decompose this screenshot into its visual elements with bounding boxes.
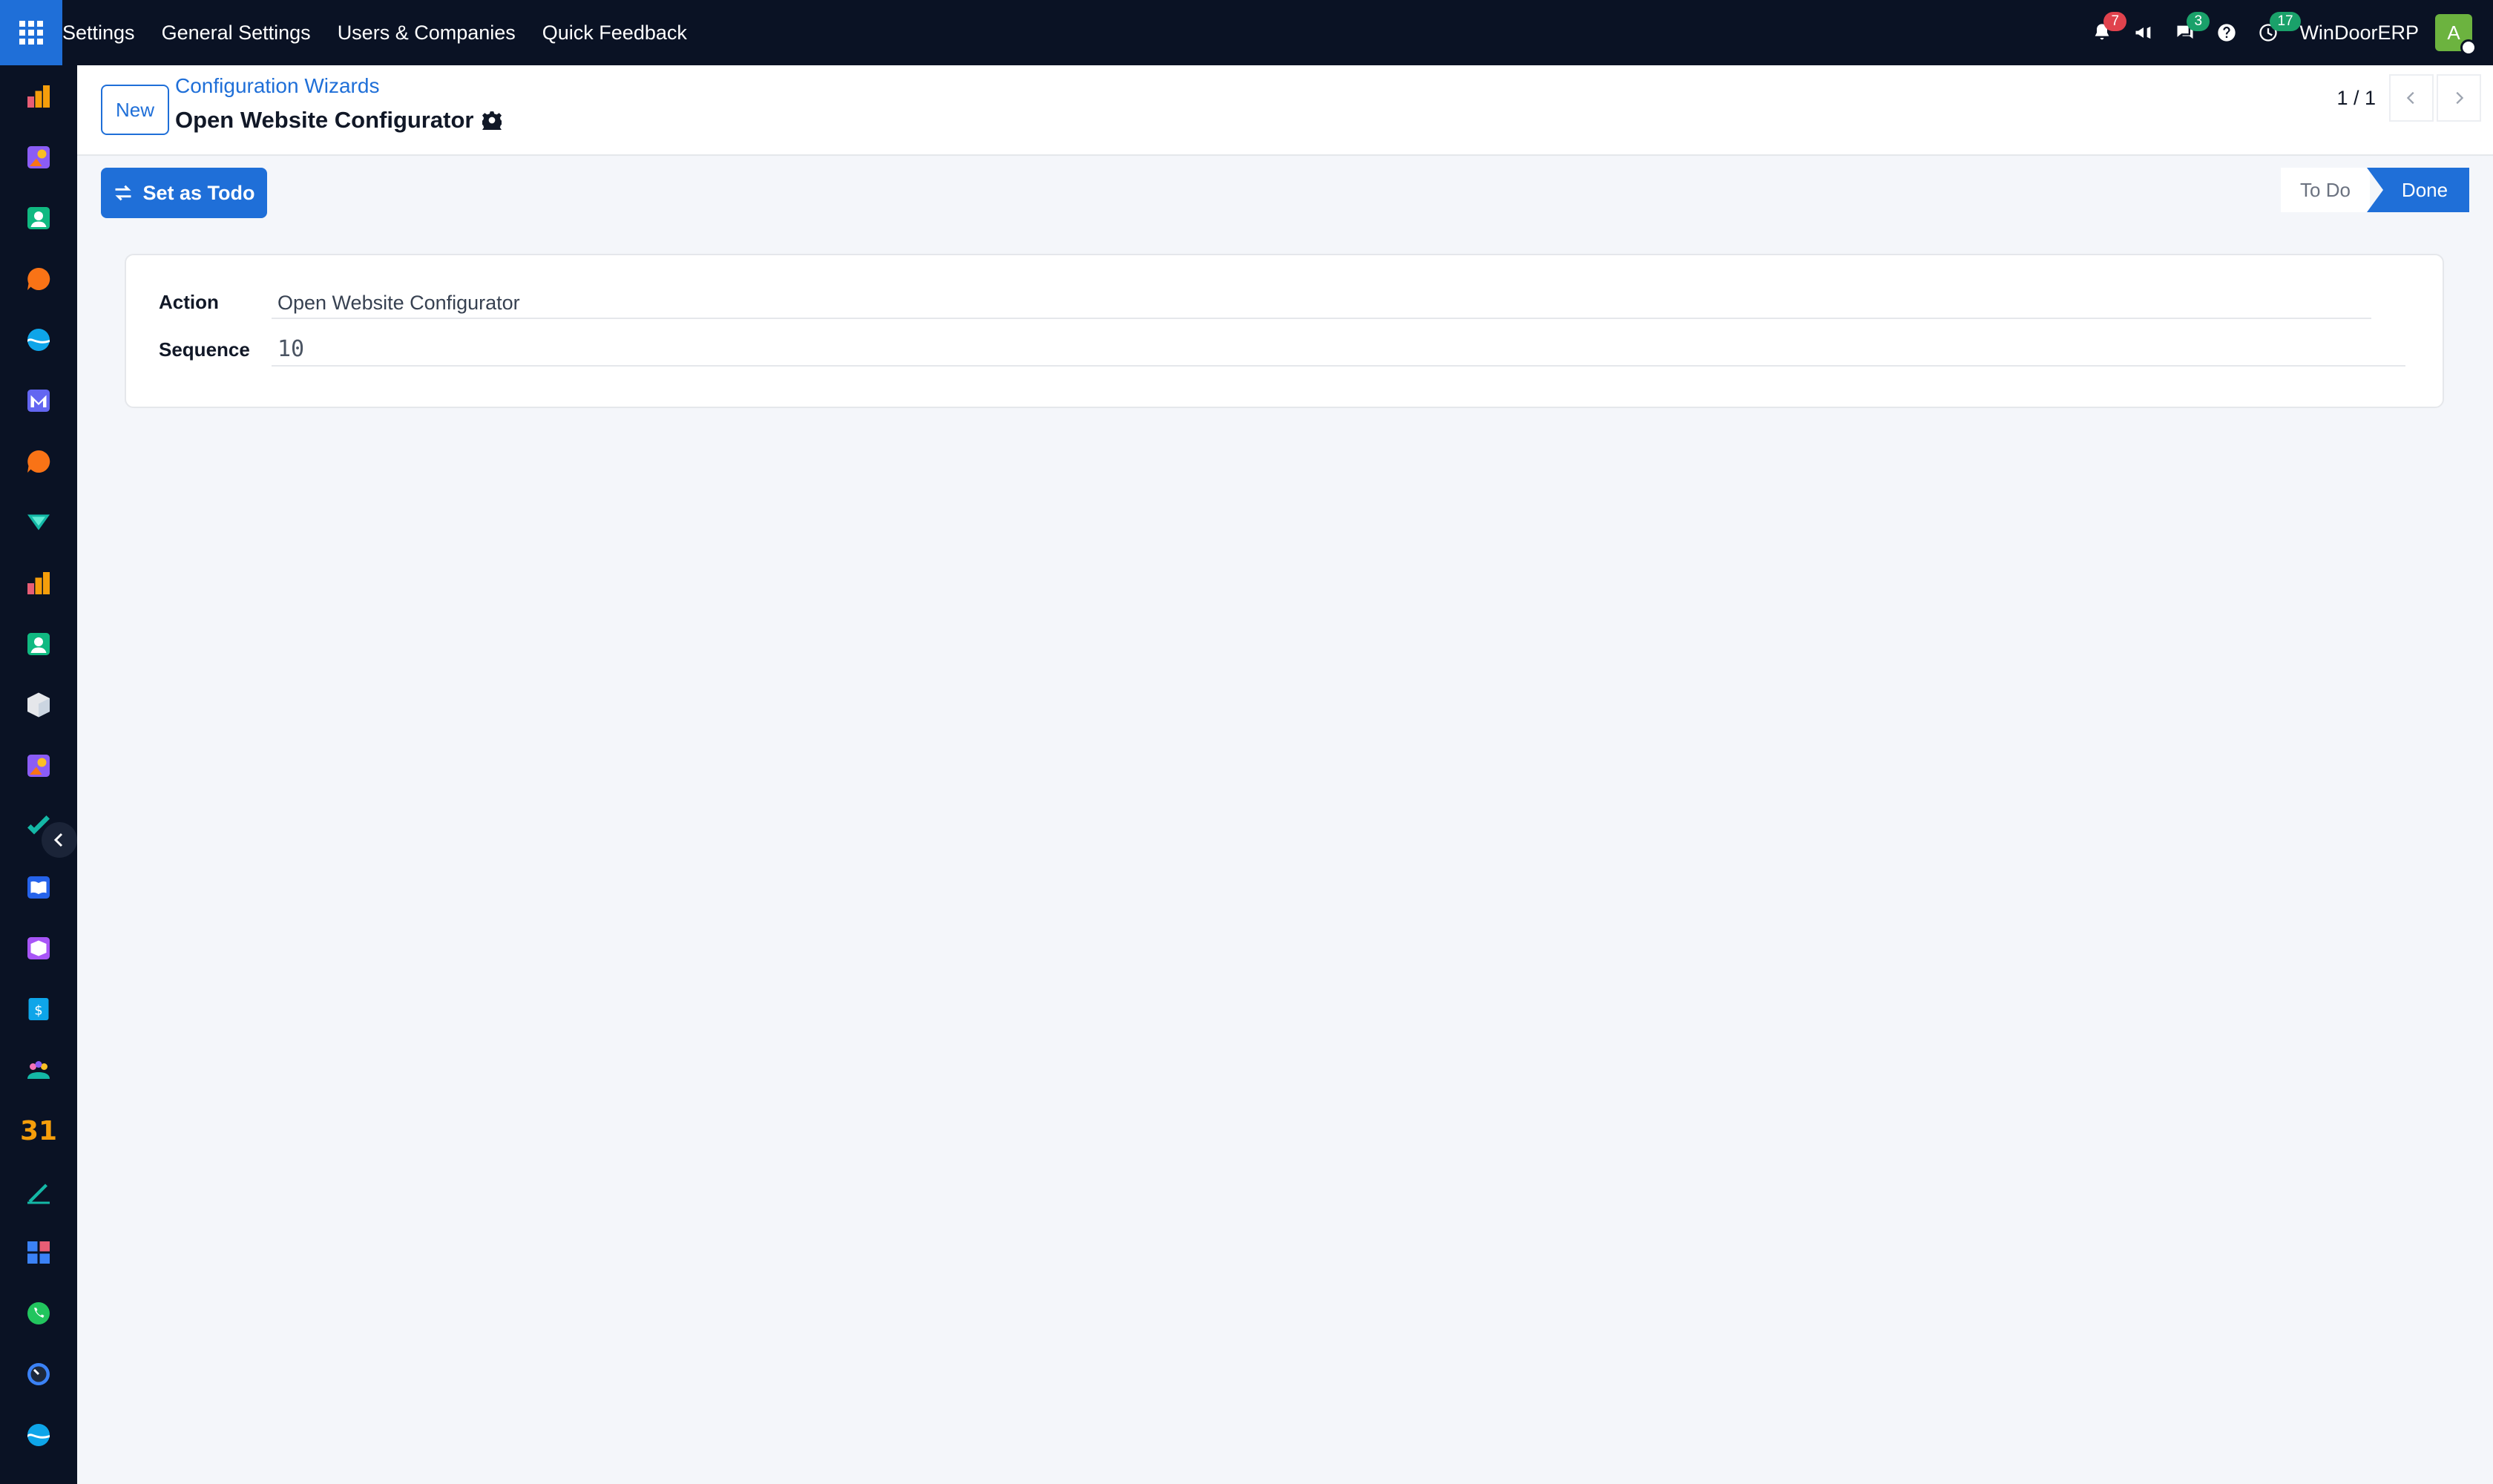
survey-icon[interactable]: [24, 508, 53, 537]
whatsapp-icon[interactable]: [24, 1298, 53, 1328]
app-sidebar: $ 31: [0, 65, 77, 1484]
notifications-button[interactable]: 7: [2081, 0, 2127, 65]
status-done[interactable]: Done: [2367, 168, 2469, 212]
image-icon[interactable]: [24, 751, 53, 781]
status-todo[interactable]: To Do: [2281, 168, 2370, 212]
action-field[interactable]: Open Website Configurator: [272, 288, 2371, 319]
crm-icon[interactable]: [24, 1055, 53, 1085]
activities-button[interactable]: 17: [2247, 0, 2301, 65]
messages-button[interactable]: 3: [2164, 0, 2210, 65]
activities-badge: 17: [2270, 12, 2301, 31]
presence-dot: [2460, 39, 2477, 56]
livechat-icon[interactable]: [24, 447, 53, 476]
website-icon[interactable]: [24, 1420, 53, 1450]
svg-text:$: $: [34, 1003, 42, 1019]
new-button[interactable]: New: [101, 85, 169, 135]
chevron-left-icon: [53, 833, 63, 847]
calendar-icon[interactable]: 31: [20, 1116, 57, 1146]
swap-arrows-icon: [115, 185, 132, 201]
wave-icon[interactable]: [24, 325, 53, 355]
reports-icon[interactable]: [24, 568, 53, 598]
calendar-day: 31: [19, 1115, 58, 1146]
menu-quick-feedback[interactable]: Quick Feedback: [529, 0, 700, 65]
discuss-icon[interactable]: [24, 264, 53, 294]
knowledge-icon[interactable]: [24, 873, 53, 902]
sidebar-collapse-button[interactable]: [42, 822, 77, 858]
pager: 1 / 1: [2336, 73, 2481, 123]
chevron-left-icon: [2406, 91, 2414, 105]
menu-users-companies[interactable]: Users & Companies: [324, 0, 529, 65]
sequence-field[interactable]: 10: [272, 332, 2405, 367]
product-icon[interactable]: [24, 933, 53, 963]
inventory-icon[interactable]: [24, 690, 53, 720]
grid-icon: [19, 21, 43, 45]
control-panel: New Configuration Wizards Open Website C…: [77, 65, 2493, 156]
dashboard-icon[interactable]: [24, 82, 53, 111]
user-avatar[interactable]: A: [2435, 14, 2477, 56]
sign-icon[interactable]: [24, 1177, 53, 1206]
menu-app-name[interactable]: Settings: [62, 0, 148, 65]
company-switcher[interactable]: WinDoorERP: [2299, 22, 2419, 45]
announcements-button[interactable]: [2123, 0, 2164, 65]
record-title-text: Open Website Configurator: [175, 107, 474, 133]
set-as-todo-button[interactable]: Set as Todo: [101, 168, 267, 218]
help-button[interactable]: [2206, 0, 2247, 65]
menu-general-settings[interactable]: General Settings: [148, 0, 324, 65]
avatar-letter: A: [2447, 21, 2460, 44]
megaphone-icon: [2135, 26, 2151, 39]
systray: 7 3 17 WinDoorERP A: [2081, 0, 2493, 65]
timer-icon[interactable]: [24, 1359, 53, 1389]
set-as-todo-label: Set as Todo: [142, 181, 255, 204]
gear-icon[interactable]: [482, 111, 502, 130]
pager-next-button[interactable]: [2437, 74, 2481, 122]
mail-icon[interactable]: [24, 386, 53, 416]
apps-icon[interactable]: [24, 1238, 53, 1267]
form-sheet: Action Open Website Configurator Sequenc…: [125, 254, 2444, 408]
invoicing-icon[interactable]: $: [24, 994, 53, 1024]
page-title: Open Website Configurator: [175, 107, 502, 134]
top-navbar: Settings General Settings Users & Compan…: [0, 0, 2493, 65]
employees-icon[interactable]: [24, 629, 53, 659]
chevron-right-icon: [2456, 91, 2464, 105]
main-menu: Settings General Settings Users & Compan…: [62, 0, 700, 65]
photo-icon[interactable]: [24, 142, 53, 172]
sequence-label: Sequence: [159, 338, 250, 361]
breadcrumb[interactable]: Configuration Wizards: [175, 74, 379, 98]
app-menu-button[interactable]: [0, 0, 62, 65]
action-label: Action: [159, 291, 219, 313]
pager-previous-button[interactable]: [2389, 74, 2434, 122]
pager-value[interactable]: 1 / 1: [2336, 87, 2376, 110]
help-icon: [2218, 24, 2236, 42]
contacts-icon[interactable]: [24, 203, 53, 233]
